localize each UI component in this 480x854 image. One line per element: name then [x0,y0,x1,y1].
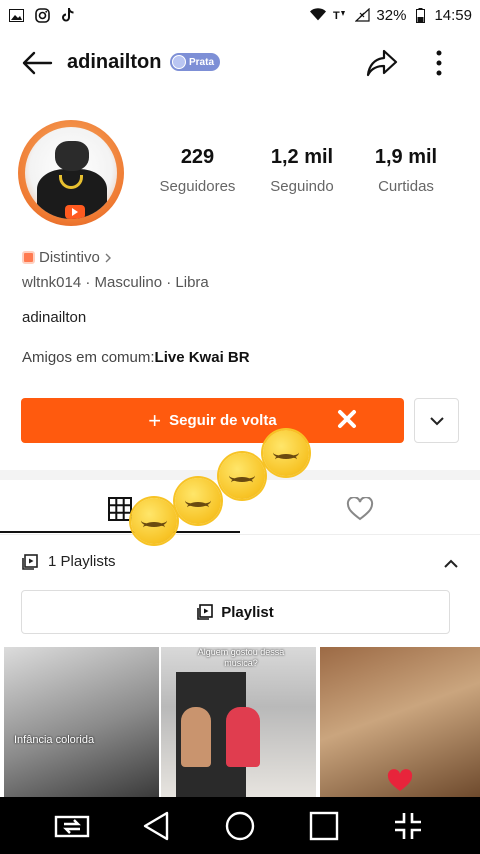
live-play-icon [65,205,85,219]
playlist-button[interactable]: Playlist [21,590,450,634]
red-heart-icon [387,769,413,791]
mutual-friends[interactable]: Amigos em comum:Live Kwai BR [22,349,250,366]
playlist-button-label: Playlist [221,603,274,621]
following-label: Seguindo [270,178,334,195]
profile-header: adinailton Prata [0,38,480,88]
gallery-icon [8,7,24,23]
tab-liked[interactable] [240,484,480,534]
screen-switch-icon [54,815,90,837]
distintivo-label: Distintivo [39,249,100,266]
suggestions-dropdown-button[interactable] [414,398,459,443]
profile-bio: adinailton [22,309,87,326]
avatar-head [55,141,89,171]
mutual-friends-label: Amigos em comum: [22,349,155,366]
chevron-up-icon [444,559,458,568]
tiktok-icon [60,7,76,23]
share-icon [366,49,398,77]
plus-icon: + [148,407,162,433]
playlists-count: 1 Playlists [48,553,116,570]
floating-emoji-icon [131,498,177,544]
signal-icon [354,7,370,23]
signal-4g-icon: T [332,7,348,23]
circle-home-icon [225,811,255,840]
likes-label: Curtidas [378,178,434,195]
follow-back-label: Seguir de volta [169,412,277,429]
followers-count: 229 [180,146,215,168]
back-button[interactable] [20,46,54,80]
status-system: T 32% 14:59 [310,7,472,24]
thumbnail-person [181,707,211,767]
sparkle-icon [338,410,356,428]
video-thumbnail[interactable]: Infância colorida [4,647,159,797]
nav-recents-button[interactable] [304,806,344,846]
mutual-friends-value: Live Kwai BR [154,349,250,366]
more-vertical-icon [436,50,442,76]
stat-following[interactable]: 1,2 mil Seguindo [256,146,348,195]
system-nav-bar [0,797,480,854]
page-title: adinailton [67,51,162,73]
badge-gem-icon [172,55,186,69]
floating-emoji-icon [175,478,221,524]
playlists-collapse-button[interactable] [440,552,462,574]
avatar[interactable] [18,120,124,226]
square-recents-icon [309,811,339,840]
avatar-image [25,127,117,219]
more-options-button[interactable] [424,46,454,80]
playlist-icon [197,604,214,620]
collapse-icon [395,812,421,839]
stat-followers[interactable]: 229 Seguidores [150,146,245,195]
status-notifications [8,7,76,23]
nav-home-button[interactable] [220,806,260,846]
video-thumbnail[interactable] [320,647,480,797]
following-count: 1,2 mil [270,146,334,168]
triangle-back-icon [143,811,169,840]
exit-fullscreen-button[interactable] [388,806,428,846]
playlists-header[interactable]: 1 Playlists [22,553,116,570]
video-thumbnail[interactable]: Alguem gostou dessa musica? [161,647,316,797]
profile-meta: wltnk014 · Masculino · Libra [22,274,209,291]
thumbnail-caption: Alguem gostou dessa musica? [197,647,285,668]
clock: 14:59 [434,6,472,24]
thumbnail-person [226,707,260,767]
instagram-icon [34,7,50,23]
followers-label: Seguidores [159,178,236,195]
playlist-icon [22,553,38,570]
heart-icon [346,497,374,521]
active-tab-indicator [0,531,240,533]
nav-back-button[interactable] [136,806,176,846]
wifi-icon [310,7,327,23]
battery-icon [412,7,428,23]
level-badge[interactable]: Prata [170,53,221,71]
distintivo-icon [22,251,35,264]
floating-emoji-icon [263,430,309,476]
chevron-right-icon [105,253,111,262]
stat-likes[interactable]: 1,9 mil Curtidas [360,146,452,195]
distintivo-link[interactable]: Distintivo [22,249,112,266]
share-button[interactable] [364,46,400,80]
likes-count: 1,9 mil [374,146,438,168]
tab-divider [0,534,480,535]
chevron-down-icon [429,416,444,425]
screen-switch-button[interactable] [52,806,92,846]
grid-icon [108,497,132,521]
floating-emoji-icon [219,453,265,499]
battery-percent: 32% [376,6,407,24]
svg-text:T: T [333,10,340,22]
thumbnail-caption: Infância colorida [14,734,95,746]
badge-label: Prata [189,56,215,68]
status-bar: T 32% 14:59 [0,0,480,30]
arrow-left-icon [22,51,53,75]
